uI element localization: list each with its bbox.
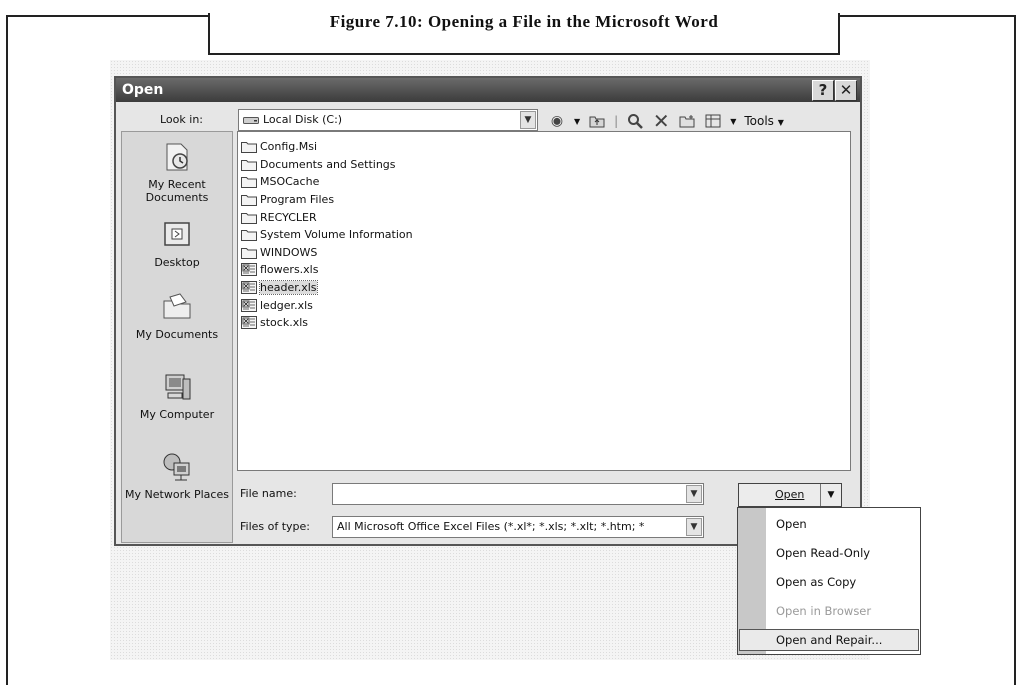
folder-icon: [241, 193, 260, 207]
file-name: stock.xls: [260, 316, 308, 330]
my-computer-icon: [160, 370, 194, 404]
delete-icon[interactable]: ✕: [652, 109, 670, 133]
excel-file-icon: [241, 281, 260, 295]
dialog-titlebar: Open: [116, 78, 860, 102]
menu-item-open-and-repair[interactable]: Open and Repair...: [739, 629, 919, 651]
folder-item[interactable]: MSOCache: [241, 173, 850, 191]
file-name: RECYCLER: [260, 210, 317, 224]
places-bar: My Recent Documents Desktop My Documents…: [121, 131, 233, 543]
file-item[interactable]: ledger.xls: [241, 296, 850, 314]
folder-icon: [241, 246, 260, 259]
excel-file-icon: [241, 316, 260, 330]
menu-item-open-in-browser: Open in Browser: [776, 604, 872, 618]
folder-item[interactable]: System Volume Information: [241, 226, 850, 244]
open-button[interactable]: Open ▼: [738, 483, 842, 507]
chevron-down-icon[interactable]: ▼: [686, 485, 702, 503]
folder-icon: [241, 158, 260, 171]
file-item[interactable]: flowers.xls: [241, 261, 850, 279]
place-my-computer[interactable]: My Computer: [122, 370, 232, 421]
dialog-title: Open: [122, 82, 164, 98]
look-in-label: Look in:: [160, 113, 203, 126]
file-name: WINDOWS: [260, 245, 318, 259]
look-in-value: Local Disk (C:): [263, 113, 343, 126]
file-name-field[interactable]: ▼: [332, 483, 704, 505]
figure-caption: Figure 7.10: Opening a File in the Micro…: [208, 13, 840, 55]
look-in-select[interactable]: Local Disk (C:) ▼: [238, 109, 538, 131]
search-web-icon[interactable]: [626, 112, 644, 130]
folder-icon: [241, 228, 260, 242]
folder-icon: [241, 140, 260, 154]
desktop-icon: [160, 218, 194, 252]
files-of-type-select[interactable]: All Microsoft Office Excel Files (*.xl*;…: [332, 516, 704, 538]
network-places-icon: [160, 450, 194, 484]
folder-icon: [241, 211, 260, 224]
dialog-toolbar: ◉ ▼ | ✕ ▼ Tools ▼: [548, 109, 784, 133]
open-options-menu: Open Open Read-Only Open as Copy Open in…: [737, 507, 921, 655]
back-dropdown-icon[interactable]: ▼: [574, 117, 580, 126]
tools-menu[interactable]: Tools ▼: [744, 114, 784, 128]
file-name: MSOCache: [260, 175, 320, 189]
my-documents-icon: [160, 290, 194, 324]
folder-item[interactable]: WINDOWS: [241, 244, 850, 262]
place-desktop[interactable]: Desktop: [122, 218, 232, 269]
file-item[interactable]: stock.xls: [241, 314, 850, 332]
views-icon[interactable]: [704, 112, 722, 130]
toolbar-separator: |: [614, 114, 619, 128]
file-name: Documents and Settings: [260, 157, 396, 171]
file-list[interactable]: Config.Msi Documents and Settings MSOCache…: [237, 131, 851, 471]
menu-item-open[interactable]: Open: [776, 517, 807, 531]
folder-item[interactable]: Config.Msi: [241, 138, 850, 156]
recent-documents-icon: [160, 140, 194, 174]
up-folder-icon[interactable]: [588, 112, 606, 130]
open-button-label: Open: [775, 488, 805, 501]
file-name: Config.Msi: [260, 140, 318, 154]
chevron-down-icon[interactable]: ▼: [686, 518, 702, 536]
file-name: flowers.xls: [260, 263, 319, 277]
folder-item[interactable]: Documents and Settings: [241, 156, 850, 174]
files-of-type-label: Files of type:: [240, 520, 311, 533]
open-dialog: Open ? ✕ Look in: Local Disk (C:) ▼ ◉ ▼ |…: [114, 76, 862, 546]
menu-item-open-as-copy[interactable]: Open as Copy: [776, 575, 856, 589]
back-icon[interactable]: ◉: [548, 112, 566, 130]
file-name-label: File name:: [240, 487, 297, 500]
folder-item[interactable]: RECYCLER: [241, 208, 850, 226]
files-of-type-value: All Microsoft Office Excel Files (*.xl*;…: [337, 520, 645, 533]
new-folder-icon[interactable]: [678, 112, 696, 130]
excel-file-icon: [241, 263, 260, 277]
chevron-down-icon[interactable]: ▼: [520, 111, 536, 129]
file-name: ledger.xls: [260, 298, 313, 312]
menu-item-open-read-only[interactable]: Open Read-Only: [776, 546, 870, 560]
views-dropdown-icon[interactable]: ▼: [730, 117, 736, 126]
file-item[interactable]: header.xls: [241, 279, 850, 297]
folder-icon: [241, 175, 260, 189]
close-button[interactable]: ✕: [835, 80, 857, 101]
place-my-documents[interactable]: My Documents: [122, 290, 232, 341]
place-my-recent-documents[interactable]: My Recent Documents: [122, 140, 232, 204]
open-dropdown-arrow-icon[interactable]: ▼: [820, 484, 841, 506]
drive-icon: [243, 117, 259, 124]
folder-item[interactable]: Program Files: [241, 191, 850, 209]
file-name: header.xls: [259, 280, 318, 296]
place-my-network-places[interactable]: My Network Places: [122, 450, 232, 501]
file-name: System Volume Information: [260, 228, 413, 242]
excel-file-icon: [241, 298, 260, 312]
file-name: Program Files: [260, 193, 335, 207]
help-button[interactable]: ?: [812, 80, 834, 101]
